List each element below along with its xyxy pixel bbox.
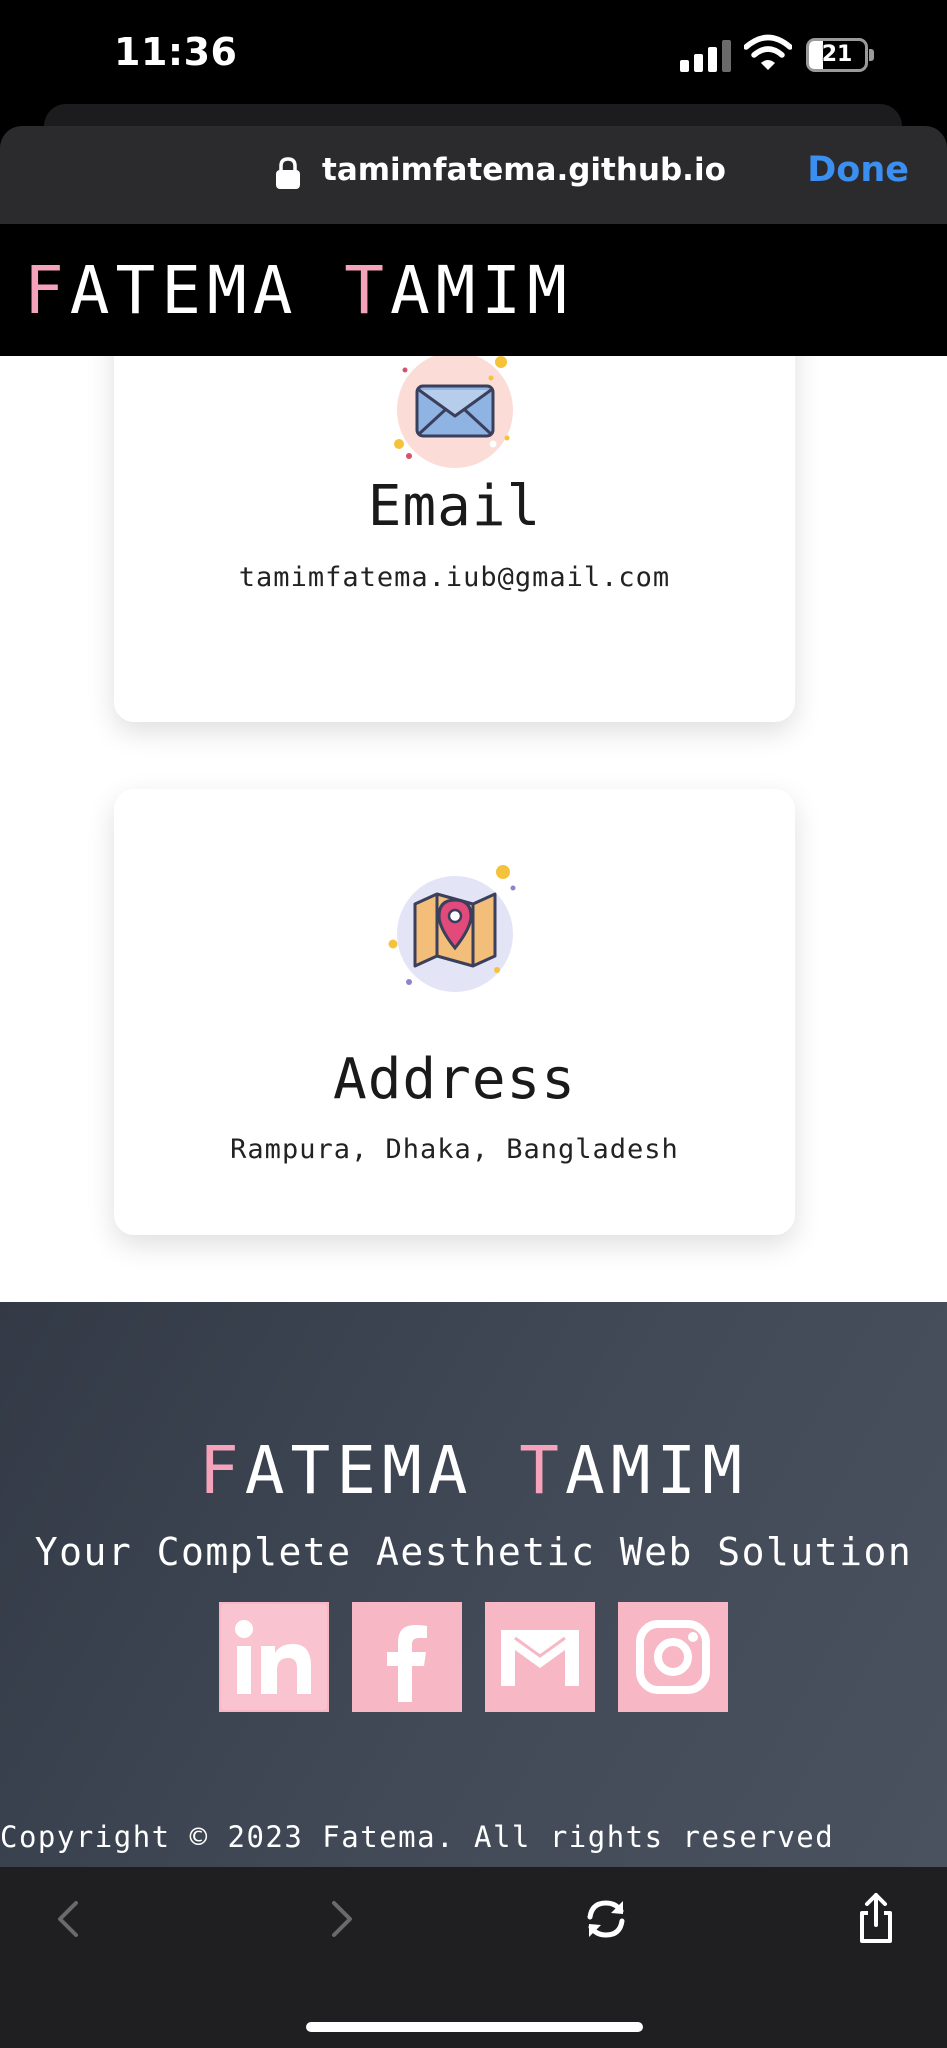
battery-icon: 21 xyxy=(806,38,874,72)
status-bar: 11:36 21 xyxy=(0,0,947,110)
site-footer: FATEMA TAMIM Your Complete Aesthetic Web… xyxy=(0,1302,947,1867)
web-viewport: FATEMA TAMIM Email tamimfatema.iub@gmail… xyxy=(0,224,947,1867)
status-time: 11:36 xyxy=(114,30,238,74)
footer-tagline: Your Complete Aesthetic Web Solution xyxy=(34,1530,913,1574)
home-indicator[interactable] xyxy=(306,2022,643,2032)
linkedin-link[interactable] xyxy=(219,1602,329,1712)
copyright-text: Copyright © 2023 Fatema. All rights rese… xyxy=(0,1820,835,1854)
footer-brand-first-initial: F xyxy=(199,1432,245,1509)
share-icon[interactable] xyxy=(846,1889,906,1949)
address-value: Rampura, Dhaka, Bangladesh xyxy=(230,1134,679,1165)
browser-toolbar xyxy=(0,1867,947,2048)
address-title: Address xyxy=(332,1047,576,1112)
battery-level: 21 xyxy=(821,42,853,67)
footer-brand[interactable]: FATEMA TAMIM xyxy=(0,1432,947,1509)
brand-last-rest: AMIM xyxy=(389,252,573,329)
footer-brand-last-initial: T xyxy=(519,1432,565,1509)
url-bar[interactable]: tamimfatema.github.io Done xyxy=(0,126,947,224)
lock-icon xyxy=(276,157,300,189)
social-links xyxy=(219,1602,729,1712)
instagram-icon xyxy=(636,1620,710,1694)
facebook-link[interactable] xyxy=(352,1602,462,1712)
brand-last-initial: T xyxy=(344,252,390,329)
brand-first-initial: F xyxy=(24,252,70,329)
address-card: Address Rampura, Dhaka, Bangladesh xyxy=(114,789,795,1235)
done-button[interactable]: Done xyxy=(807,150,909,190)
reload-icon[interactable] xyxy=(576,1889,636,1949)
footer-brand-first-rest: ATEMA xyxy=(244,1432,474,1509)
back-icon[interactable] xyxy=(40,1889,100,1949)
envelope-icon xyxy=(393,352,513,468)
linkedin-icon xyxy=(221,1604,327,1710)
email-value[interactable]: tamimfatema.iub@gmail.com xyxy=(114,562,795,593)
forward-icon[interactable] xyxy=(310,1889,370,1949)
map-pin-icon xyxy=(388,865,515,992)
gmail-link[interactable] xyxy=(485,1602,595,1712)
url-text[interactable]: tamimfatema.github.io xyxy=(322,152,726,188)
site-header: FATEMA TAMIM xyxy=(0,224,947,356)
footer-brand-last-rest: AMIM xyxy=(564,1432,748,1509)
site-brand[interactable]: FATEMA TAMIM xyxy=(24,252,573,329)
email-title: Email xyxy=(367,474,542,539)
instagram-link[interactable] xyxy=(618,1602,728,1712)
gmail-icon xyxy=(501,1630,579,1686)
signal-icon xyxy=(680,40,732,72)
wifi-icon xyxy=(744,34,792,70)
facebook-icon xyxy=(387,1625,427,1702)
brand-first-rest: ATEMA xyxy=(69,252,299,329)
